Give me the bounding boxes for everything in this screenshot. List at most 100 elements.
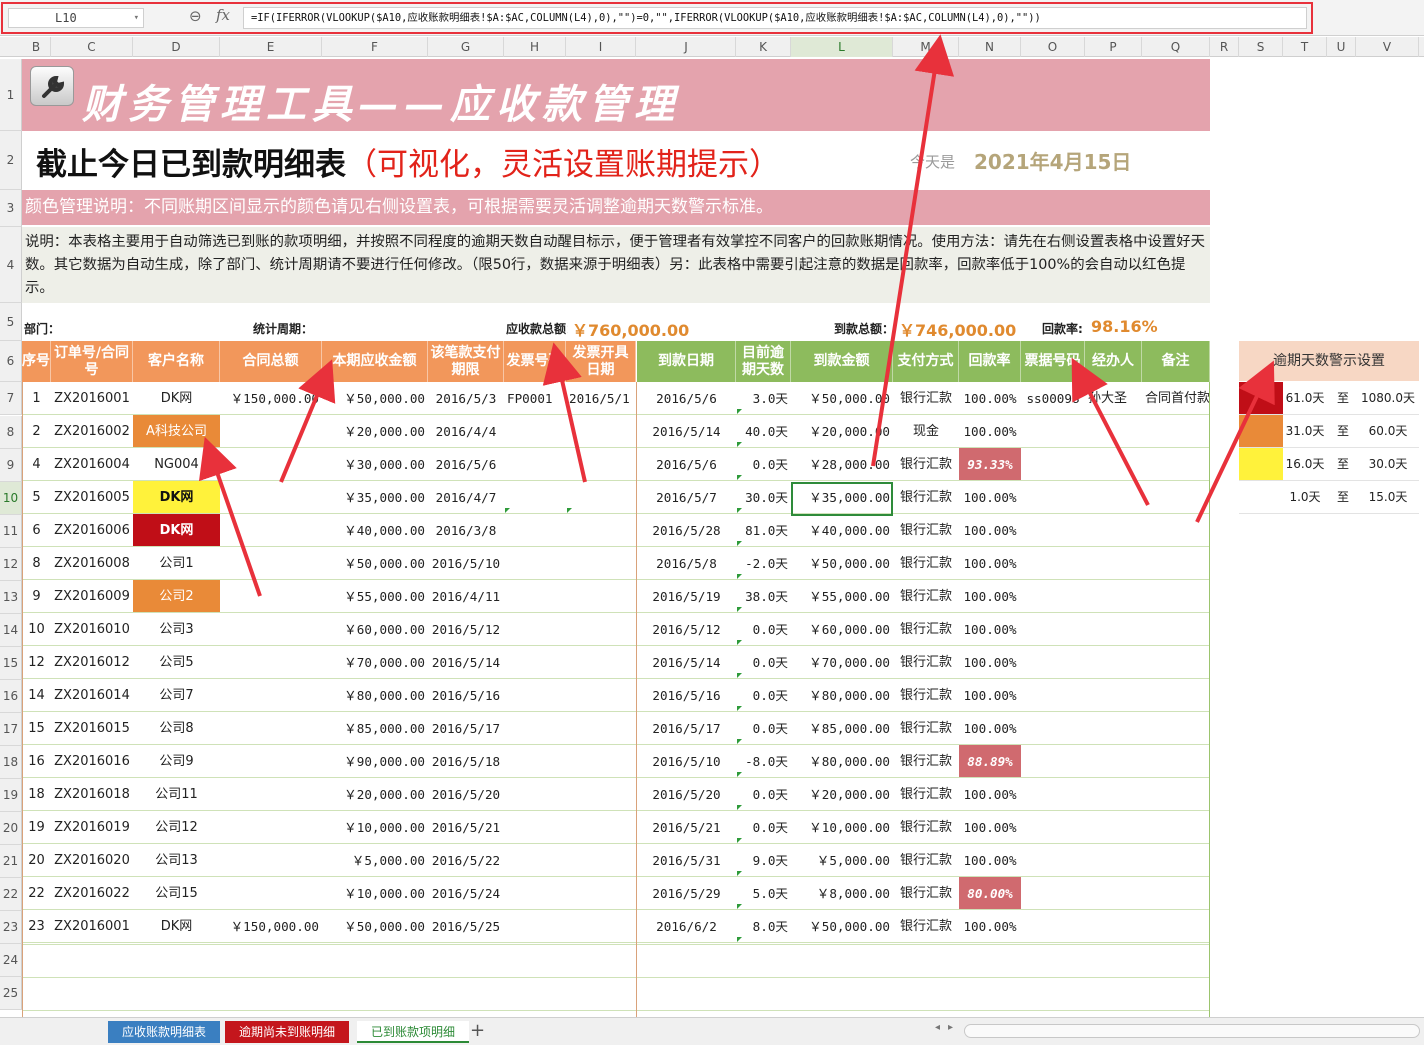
column-header-r[interactable]: R xyxy=(1210,37,1239,57)
cell-deadline[interactable]: 2016/5/10 xyxy=(428,547,504,580)
cell-remark[interactable] xyxy=(1142,712,1210,745)
cell-remark[interactable] xyxy=(1142,679,1210,712)
cell-seq[interactable]: 16 xyxy=(22,745,51,778)
cell-due[interactable]: ￥5,000.00 xyxy=(322,844,428,877)
header-order[interactable]: 订单号/合同号 xyxy=(51,341,133,382)
row-header-2[interactable]: 2 xyxy=(0,131,22,190)
cell-seq[interactable]: 23 xyxy=(22,910,51,943)
header-rate[interactable]: 回款率 xyxy=(959,341,1021,382)
cell-rate[interactable]: 100.00% xyxy=(959,811,1021,844)
cell-customer[interactable]: 公司11 xyxy=(133,778,220,811)
cell-customer[interactable]: NG004 xyxy=(133,448,220,481)
cell-deadline[interactable]: 2016/5/12 xyxy=(428,613,504,646)
cell-seq[interactable]: 14 xyxy=(22,679,51,712)
cell-days[interactable]: 38.0天 xyxy=(736,580,791,613)
cell-contract[interactable] xyxy=(220,415,322,448)
cell-method[interactable]: 银行汇款 xyxy=(893,712,959,745)
cell-due[interactable]: ￥35,000.00 xyxy=(322,481,428,514)
header-contract[interactable]: 合同总额 xyxy=(220,341,322,382)
cell-contract[interactable] xyxy=(220,745,322,778)
cell-invoice_date[interactable] xyxy=(566,415,636,448)
row-header-17[interactable]: 17 xyxy=(0,713,22,746)
cell-order[interactable]: ZX2016008 xyxy=(51,547,133,580)
cell-seq[interactable]: 9 xyxy=(22,580,51,613)
cell-amount[interactable]: ￥20,000.00 xyxy=(791,415,893,448)
header-due-amount[interactable]: 本期应收金额 xyxy=(322,341,428,382)
cell-amount[interactable]: ￥10,000.00 xyxy=(791,811,893,844)
cell-rate[interactable]: 100.00% xyxy=(959,481,1021,514)
cell-invoice_no[interactable] xyxy=(504,910,566,943)
scroll-arrow-icons[interactable]: ◂▸ xyxy=(935,1022,961,1033)
column-header-s[interactable]: S xyxy=(1239,37,1283,57)
cell-days[interactable]: 8.0天 xyxy=(736,910,791,943)
column-header-p[interactable]: P xyxy=(1085,37,1142,57)
cell-days[interactable]: 9.0天 xyxy=(736,844,791,877)
row-header-5[interactable]: 5 xyxy=(0,303,22,341)
cell-seq[interactable]: 15 xyxy=(22,712,51,745)
cell-amount[interactable]: ￥40,000.00 xyxy=(791,514,893,547)
cell-deadline[interactable]: 2016/5/17 xyxy=(428,712,504,745)
header-handler[interactable]: 经办人 xyxy=(1085,341,1142,382)
cell-seq[interactable]: 19 xyxy=(22,811,51,844)
row-header-25[interactable]: 25 xyxy=(0,977,22,1010)
cell-customer[interactable]: 公司8 xyxy=(133,712,220,745)
cell-days[interactable]: -8.0天 xyxy=(736,745,791,778)
cell-due[interactable]: ￥55,000.00 xyxy=(322,580,428,613)
cell-seq[interactable]: 8 xyxy=(22,547,51,580)
header-arrive-date[interactable]: 到款日期 xyxy=(637,341,736,382)
cell-amount[interactable]: ￥50,000.00 xyxy=(791,547,893,580)
cell-order[interactable]: ZX2016009 xyxy=(51,580,133,613)
cell-bill[interactable] xyxy=(1021,745,1085,778)
cell-days[interactable]: 3.0天 xyxy=(736,382,791,415)
cell-invoice_no[interactable] xyxy=(504,745,566,778)
cell-order[interactable]: ZX2016015 xyxy=(51,712,133,745)
cell-order[interactable]: ZX2016020 xyxy=(51,844,133,877)
cell-arrive_date[interactable]: 2016/5/28 xyxy=(637,514,736,547)
cell-arrive_date[interactable]: 2016/5/19 xyxy=(637,580,736,613)
cell-days[interactable]: 0.0天 xyxy=(736,448,791,481)
cell-deadline[interactable]: 2016/5/20 xyxy=(428,778,504,811)
column-header-q[interactable]: Q xyxy=(1142,37,1210,57)
cell-remark[interactable] xyxy=(1142,778,1210,811)
column-header-n[interactable]: N xyxy=(959,37,1021,57)
row-header-10[interactable]: 10 xyxy=(0,482,22,515)
cell-method[interactable]: 银行汇款 xyxy=(893,745,959,778)
cell-remark[interactable] xyxy=(1142,448,1210,481)
cell-deadline[interactable]: 2016/5/18 xyxy=(428,745,504,778)
cell-bill[interactable] xyxy=(1021,679,1085,712)
cell-invoice_no[interactable] xyxy=(504,844,566,877)
header-seq[interactable]: 序号 xyxy=(22,341,51,382)
cell-rate[interactable]: 100.00% xyxy=(959,382,1021,415)
cell-amount[interactable]: ￥5,000.00 xyxy=(791,844,893,877)
cell-rate[interactable]: 80.00% xyxy=(959,877,1021,910)
cell-arrive_date[interactable]: 2016/5/14 xyxy=(637,415,736,448)
column-header-v[interactable]: V xyxy=(1356,37,1419,57)
column-header-o[interactable]: O xyxy=(1021,37,1085,57)
row-header-8[interactable]: 8 xyxy=(0,416,22,449)
cell-method[interactable]: 银行汇款 xyxy=(893,514,959,547)
cell-remark[interactable] xyxy=(1142,481,1210,514)
row-header-21[interactable]: 21 xyxy=(0,845,22,878)
cell-days[interactable]: 0.0天 xyxy=(736,613,791,646)
cell-customer[interactable]: 公司3 xyxy=(133,613,220,646)
cell-amount[interactable]: ￥60,000.00 xyxy=(791,613,893,646)
cell-contract[interactable] xyxy=(220,811,322,844)
cell-arrive_date[interactable]: 2016/5/29 xyxy=(637,877,736,910)
row-header-11[interactable]: 11 xyxy=(0,515,22,548)
cell-bill[interactable] xyxy=(1021,811,1085,844)
cell-order[interactable]: ZX2016004 xyxy=(51,448,133,481)
cell-invoice_date[interactable] xyxy=(566,811,636,844)
cell-order[interactable]: ZX2016012 xyxy=(51,646,133,679)
row-header-9[interactable]: 9 xyxy=(0,449,22,482)
warning-color-swatch[interactable] xyxy=(1239,415,1283,447)
cell-contract[interactable] xyxy=(220,481,322,514)
cell-bill[interactable] xyxy=(1021,547,1085,580)
cell-arrive_date[interactable]: 2016/5/6 xyxy=(637,382,736,415)
cell-amount[interactable]: ￥70,000.00 xyxy=(791,646,893,679)
cell-contract[interactable] xyxy=(220,646,322,679)
cell-contract[interactable] xyxy=(220,547,322,580)
row-header-1[interactable]: 1 xyxy=(0,59,22,131)
cell-customer[interactable]: 公司12 xyxy=(133,811,220,844)
cell-order[interactable]: ZX2016001 xyxy=(51,910,133,943)
cell-method[interactable]: 银行汇款 xyxy=(893,811,959,844)
